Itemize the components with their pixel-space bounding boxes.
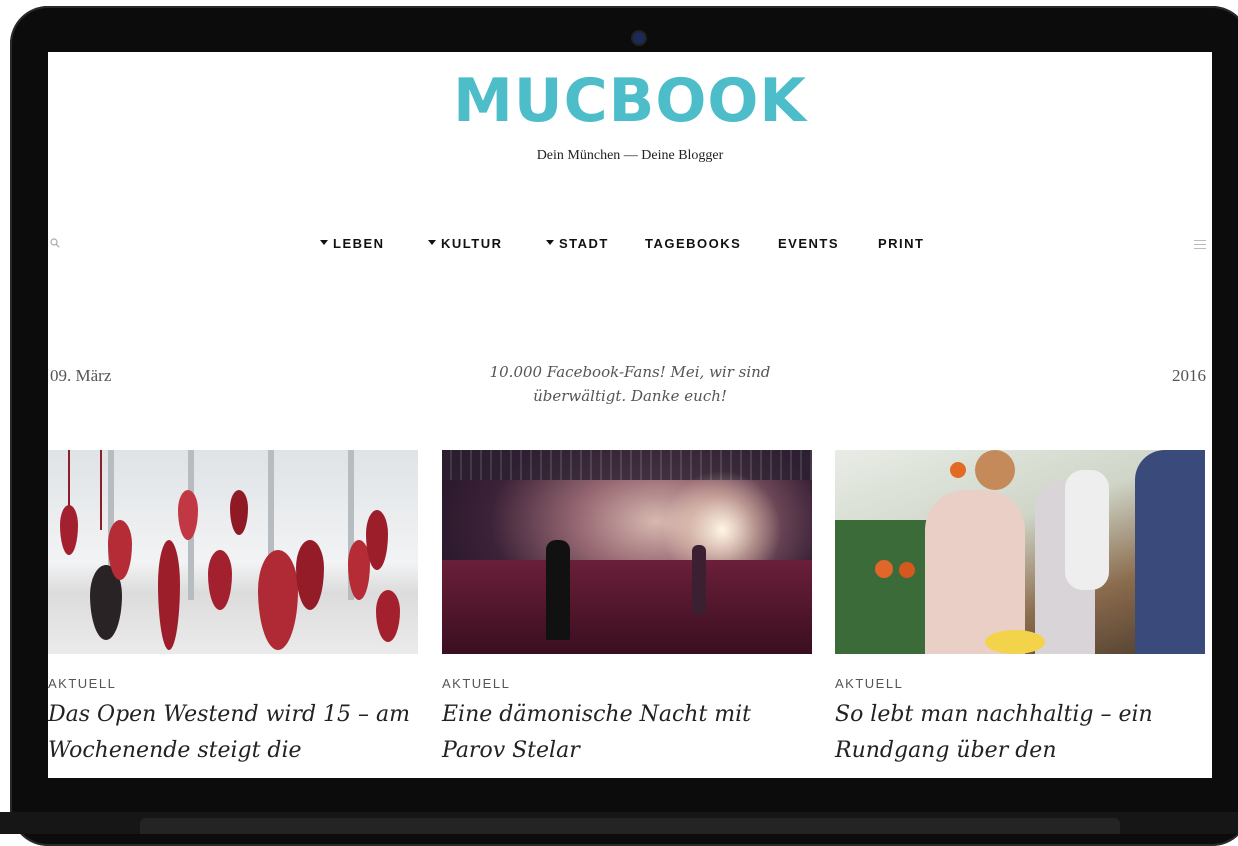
article-card[interactable]: AKTUELL Eine dämonische Nacht mit Parov … [442, 450, 812, 769]
nav-item-kultur[interactable]: KULTUR [428, 236, 502, 251]
nav-item-tagebooks[interactable]: TAGEBOOKS [645, 236, 741, 251]
featured-date-year: 2016 [1172, 366, 1206, 385]
article-title[interactable]: Das Open Westend wird 15 – am Wochenende… [48, 697, 418, 769]
nav-item-print[interactable]: PRINT [878, 236, 925, 251]
nav-item-events[interactable]: EVENTS [778, 236, 839, 251]
article-title[interactable]: Eine dämonische Nacht mit Parov Stelar [442, 697, 812, 769]
browser-screen: MUCBOOK Dein München — Deine Blogger LEB… [48, 52, 1212, 778]
article-card[interactable]: AKTUELL So lebt man nachhaltig – ein Run… [835, 450, 1205, 769]
article-title[interactable]: So lebt man nachhaltig – ein Rundgang üb… [835, 697, 1205, 769]
article-category[interactable]: AKTUELL [48, 676, 418, 691]
webcam [633, 32, 645, 44]
article-image[interactable] [48, 450, 418, 654]
article-category[interactable]: AKTUELL [442, 676, 812, 691]
site-logo[interactable]: MUCBOOK [48, 66, 1212, 136]
article-image[interactable] [442, 450, 812, 654]
nav-item-stadt[interactable]: STADT [546, 236, 609, 251]
article-card[interactable]: AKTUELL Das Open Westend wird 15 – am Wo… [48, 450, 418, 769]
article-image[interactable] [835, 450, 1205, 654]
featured-date-day: 09. März [50, 366, 112, 385]
site-tagline: Dein München — Deine Blogger [536, 148, 724, 163]
caret-down-icon [546, 240, 554, 246]
caret-down-icon [320, 240, 328, 246]
nav-item-leben[interactable]: LEBEN [320, 236, 385, 251]
laptop-base-lip [140, 818, 1120, 834]
main-nav: LEBEN KULTUR STADT TAGEBOOKS EVENTS PRIN… [48, 236, 1212, 256]
article-category[interactable]: AKTUELL [835, 676, 1205, 691]
featured-teaser[interactable]: 10.000 Facebook-Fans! Mei, wir sind über… [448, 360, 812, 408]
caret-down-icon [428, 240, 436, 246]
